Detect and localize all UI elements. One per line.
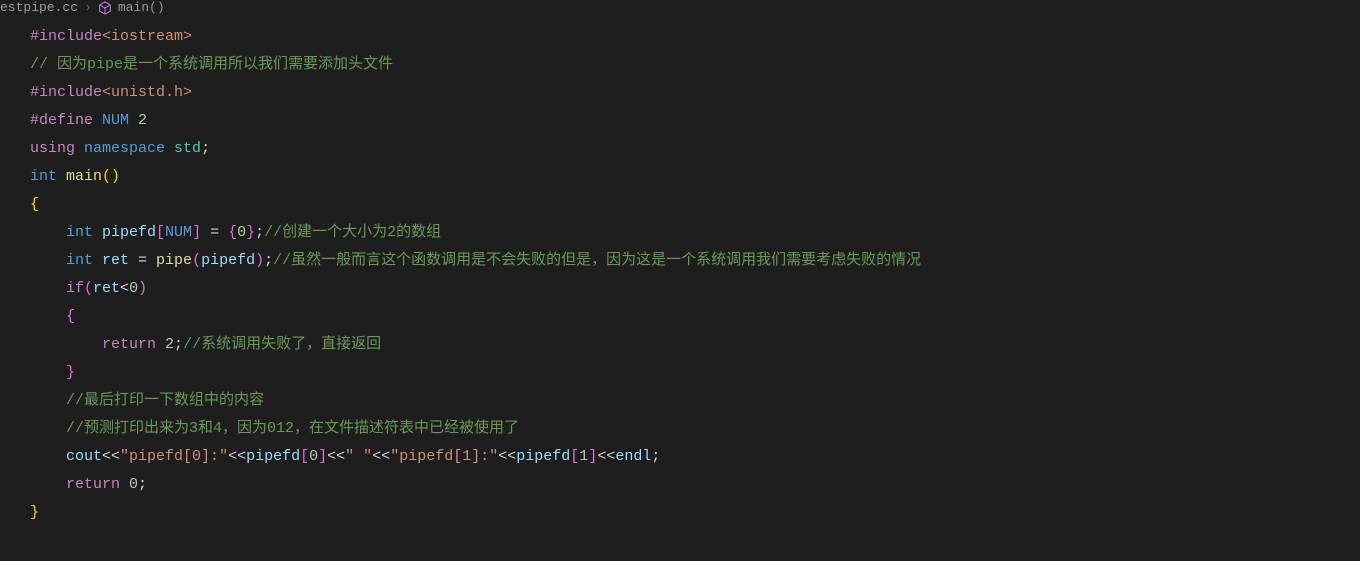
code-line: { — [30, 191, 1360, 219]
breadcrumb-symbol[interactable]: main() — [118, 0, 165, 15]
code-line: //最后打印一下数组中的内容 — [30, 387, 1360, 415]
code-line: if(ret<0) — [30, 275, 1360, 303]
code-line: { — [30, 303, 1360, 331]
code-line: int ret = pipe(pipefd);//虽然一般而言这个函数调用是不会… — [30, 247, 1360, 275]
breadcrumb[interactable]: estpipe.cc › main() — [0, 0, 1360, 19]
code-editor[interactable]: #include<iostream> // 因为pipe是一个系统调用所以我们需… — [0, 19, 1360, 527]
code-line: } — [30, 499, 1360, 527]
breadcrumb-file[interactable]: estpipe.cc — [0, 0, 78, 15]
cube-icon — [98, 1, 112, 15]
code-line: #define NUM 2 — [30, 107, 1360, 135]
code-line: } — [30, 359, 1360, 387]
code-line: return 2;//系统调用失败了，直接返回 — [30, 331, 1360, 359]
code-line: cout<<"pipefd[0]:"<<pipefd[0]<<" "<<"pip… — [30, 443, 1360, 471]
code-line: #include<iostream> — [30, 23, 1360, 51]
chevron-right-icon: › — [84, 0, 92, 15]
code-line: // 因为pipe是一个系统调用所以我们需要添加头文件 — [30, 51, 1360, 79]
code-line: //预测打印出来为3和4，因为012，在文件描述符表中已经被使用了 — [30, 415, 1360, 443]
code-line: #include<unistd.h> — [30, 79, 1360, 107]
code-line: using namespace std; — [30, 135, 1360, 163]
code-line: int pipefd[NUM] = {0};//创建一个大小为2的数组 — [30, 219, 1360, 247]
code-line: return 0; — [30, 471, 1360, 499]
code-line: int main() — [30, 163, 1360, 191]
